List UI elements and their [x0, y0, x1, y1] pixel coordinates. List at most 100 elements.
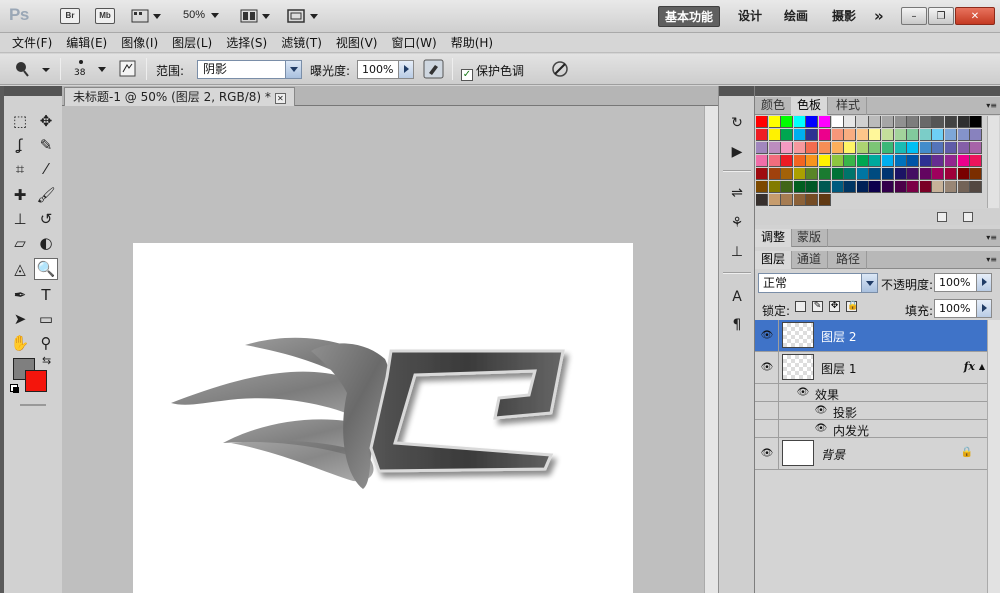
path-select-icon[interactable]: ➤	[8, 308, 32, 330]
color-swatch[interactable]	[869, 142, 882, 154]
color-swatch[interactable]	[819, 168, 831, 180]
exposure-input[interactable]: 100%	[357, 60, 414, 79]
layer-row[interactable]: 👁 背景 🔒	[755, 438, 987, 470]
color-swatch[interactable]	[882, 129, 894, 141]
color-swatch[interactable]	[945, 168, 957, 180]
color-swatch[interactable]	[856, 116, 869, 128]
layer-visibility-cell[interactable]: 👁	[755, 352, 779, 383]
eye-icon[interactable]: 👁	[813, 404, 829, 418]
color-swatch[interactable]	[756, 194, 768, 206]
color-swatch[interactable]	[793, 129, 806, 141]
lock-all-icon[interactable]: 🔒	[846, 301, 858, 312]
menu-help[interactable]: 帮助(H)	[451, 34, 493, 51]
color-swatch[interactable]	[932, 155, 945, 167]
effects-row[interactable]: 👁 效果	[755, 384, 987, 402]
color-swatch[interactable]	[869, 116, 882, 128]
document-canvas[interactable]	[133, 243, 633, 593]
color-swatch[interactable]	[970, 181, 983, 193]
color-swatch[interactable]	[806, 129, 819, 141]
clone-source-icon[interactable]: ⚘	[728, 214, 746, 232]
actions-icon[interactable]: ▶	[728, 143, 746, 161]
blend-mode-select[interactable]: 正常	[758, 273, 878, 293]
shape-icon[interactable]: ▭	[34, 308, 58, 330]
color-swatch[interactable]	[806, 181, 819, 193]
clone-stamp-icon[interactable]: ⊥	[8, 208, 32, 230]
color-swatch[interactable]	[957, 168, 970, 180]
color-swatch[interactable]	[831, 116, 844, 128]
expand-effects-icon[interactable]: ▲	[979, 362, 985, 371]
color-swatch[interactable]	[869, 129, 882, 141]
color-swatch[interactable]	[806, 155, 819, 167]
tablet-pressure-toggle[interactable]	[549, 59, 571, 82]
launch-mini-bridge-button[interactable]: Mb	[95, 8, 115, 24]
tab-styles[interactable]: 样式	[830, 97, 868, 115]
color-swatch[interactable]	[756, 168, 768, 180]
color-swatch[interactable]	[819, 142, 831, 154]
arrange-documents-menu[interactable]	[240, 8, 272, 24]
protect-tones-checkbox[interactable]: ✓	[461, 69, 473, 81]
panel-menu-icon[interactable]: ▾≡	[986, 101, 997, 110]
color-swatch[interactable]	[945, 155, 957, 167]
color-swatch[interactable]	[894, 168, 907, 180]
color-swatch[interactable]	[970, 129, 983, 141]
color-swatch[interactable]	[844, 181, 857, 193]
background-color-swatch[interactable]	[25, 370, 47, 392]
brush-icon[interactable]: 🖌	[34, 184, 58, 206]
menu-window[interactable]: 窗口(W)	[391, 34, 436, 51]
color-swatch[interactable]	[793, 194, 806, 206]
restore-button[interactable]: ❐	[928, 7, 954, 25]
color-swatch[interactable]	[869, 168, 882, 180]
paragraph-icon[interactable]: ¶	[728, 316, 746, 334]
color-swatch[interactable]	[819, 181, 831, 193]
color-swatch[interactable]	[844, 142, 857, 154]
hand-icon[interactable]: ✋	[8, 332, 32, 354]
delete-swatch-icon[interactable]	[963, 212, 973, 222]
paint-bucket-icon[interactable]: ◐	[34, 232, 58, 254]
color-swatch[interactable]	[932, 116, 945, 128]
history-brush-icon[interactable]: ↺	[34, 208, 58, 230]
color-swatch[interactable]	[932, 181, 945, 193]
color-swatch[interactable]	[844, 129, 857, 141]
protect-tones-option[interactable]: ✓ 保护色调	[461, 62, 524, 81]
dodge-burn-icon[interactable]: 🔍	[34, 258, 58, 280]
color-swatch[interactable]	[768, 168, 781, 180]
color-swatch[interactable]	[831, 129, 844, 141]
color-swatch[interactable]	[806, 194, 819, 206]
color-swatch[interactable]	[781, 181, 794, 193]
color-swatch[interactable]	[882, 181, 894, 193]
zoom-icon[interactable]: ⚲	[34, 332, 58, 354]
workspace-photography-button[interactable]: 摄影	[832, 6, 856, 27]
menu-image[interactable]: 图像(I)	[121, 34, 158, 51]
close-document-icon[interactable]: ✕	[274, 93, 286, 104]
color-swatch[interactable]	[831, 168, 844, 180]
menu-select[interactable]: 选择(S)	[226, 34, 267, 51]
color-swatch[interactable]	[831, 142, 844, 154]
color-swatch[interactable]	[945, 116, 957, 128]
color-swatch[interactable]	[781, 155, 794, 167]
color-swatch[interactable]	[831, 155, 844, 167]
color-swatch[interactable]	[781, 129, 794, 141]
more-workspaces-button[interactable]: »	[874, 6, 884, 27]
color-swatch[interactable]	[768, 155, 781, 167]
quick-select-icon[interactable]: ✎	[34, 134, 58, 156]
color-swatch[interactable]	[793, 142, 806, 154]
tab-masks[interactable]: 蒙版	[791, 229, 829, 247]
color-swatch[interactable]	[756, 142, 768, 154]
menu-filter[interactable]: 滤镜(T)	[281, 34, 322, 51]
lasso-icon[interactable]: ʆ	[8, 134, 32, 156]
tab-channels[interactable]: 通道	[791, 251, 829, 269]
color-swatch[interactable]	[919, 116, 932, 128]
color-swatch[interactable]	[756, 116, 768, 128]
menu-view[interactable]: 视图(V)	[336, 34, 378, 51]
tab-adjustments[interactable]: 调整	[755, 229, 793, 247]
color-swatch[interactable]	[919, 168, 932, 180]
color-swatch[interactable]	[970, 116, 983, 128]
opacity-input[interactable]: 100%	[934, 273, 992, 292]
color-swatch[interactable]	[793, 155, 806, 167]
color-swatch[interactable]	[856, 142, 869, 154]
opacity-slider-toggle[interactable]	[976, 274, 991, 291]
color-swatch[interactable]	[768, 194, 781, 206]
color-swatch[interactable]	[882, 116, 894, 128]
color-swatch[interactable]	[856, 129, 869, 141]
screen-mode-menu[interactable]	[286, 8, 320, 24]
